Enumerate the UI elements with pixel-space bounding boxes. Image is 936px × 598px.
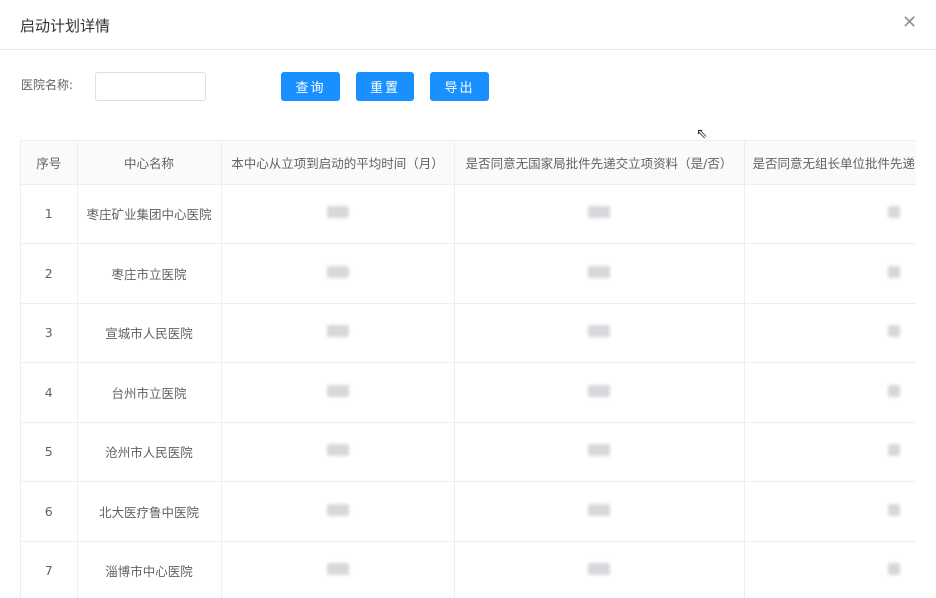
row-avg-time-redacted [221, 362, 455, 423]
row-center-name: 枣庄市立医院 [77, 243, 222, 304]
row-avg-time-redacted [221, 184, 455, 244]
export-button[interactable]: 导出 [430, 72, 489, 101]
row-leader-approval-redacted [744, 184, 916, 244]
row-center-name: 宣城市人民医院 [77, 303, 222, 363]
table-row: 7 淄博市中心医院 [21, 541, 916, 598]
row-leader-approval-redacted [744, 541, 916, 598]
row-index: 7 [21, 541, 78, 598]
table-row: 6 北大医疗鲁中医院 [21, 481, 916, 542]
plan-table: 序号 中心名称 本中心从立项到启动的平均时间（月） 是否同意无国家局批件先递交立… [20, 140, 916, 598]
table-row: 2 枣庄市立医院 [21, 243, 916, 304]
row-nmpa-approval-redacted [454, 541, 745, 598]
row-index: 4 [21, 362, 78, 423]
row-nmpa-approval-redacted [454, 481, 745, 542]
row-center-name: 枣庄矿业集团中心医院 [77, 184, 222, 244]
row-center-name: 台州市立医院 [77, 362, 222, 423]
row-avg-time-redacted [221, 481, 455, 542]
table-row: 1 枣庄矿业集团中心医院 [21, 184, 916, 244]
table-row: 5 沧州市人民医院 [21, 422, 916, 482]
row-leader-approval-redacted [744, 243, 916, 304]
row-index: 2 [21, 243, 78, 304]
query-button[interactable]: 查询 [281, 72, 340, 101]
col-header-center-name: 中心名称 [77, 141, 222, 185]
reset-button[interactable]: 重置 [356, 72, 414, 101]
row-avg-time-redacted [221, 541, 455, 598]
col-header-leader-approval: 是否同意无组长单位批件先递 [744, 141, 916, 185]
col-header-nmpa-approval: 是否同意无国家局批件先递交立项资料（是/否） [454, 141, 745, 185]
dialog-title: 启动计划详情 [20, 17, 111, 35]
row-index: 5 [21, 422, 78, 482]
row-avg-time-redacted [221, 243, 455, 304]
row-nmpa-approval-redacted [454, 303, 745, 363]
row-nmpa-approval-redacted [454, 362, 745, 423]
row-center-name: 淄博市中心医院 [77, 541, 222, 598]
row-nmpa-approval-redacted [454, 184, 745, 244]
dialog-header: 启动计划详情 ✕ [0, 0, 936, 50]
row-nmpa-approval-redacted [454, 422, 745, 482]
row-center-name: 沧州市人民医院 [77, 422, 222, 482]
row-avg-time-redacted [221, 303, 455, 363]
row-avg-time-redacted [221, 422, 455, 482]
hospital-name-label: 医院名称: [21, 78, 74, 92]
col-header-avg-time: 本中心从立项到启动的平均时间（月） [221, 141, 455, 185]
row-nmpa-approval-redacted [454, 243, 745, 304]
row-index: 1 [21, 184, 78, 244]
close-icon[interactable]: ✕ [902, 12, 917, 33]
row-leader-approval-redacted [744, 303, 916, 363]
col-header-index: 序号 [21, 141, 78, 185]
row-leader-approval-redacted [744, 422, 916, 482]
row-index: 3 [21, 303, 78, 363]
row-leader-approval-redacted [744, 362, 916, 423]
table-row: 3 宣城市人民医院 [21, 303, 916, 363]
row-index: 6 [21, 481, 78, 542]
table-header-row: 序号 中心名称 本中心从立项到启动的平均时间（月） 是否同意无国家局批件先递交立… [21, 141, 916, 185]
hospital-name-input[interactable] [95, 72, 206, 101]
row-center-name: 北大医疗鲁中医院 [77, 481, 222, 542]
table-row: 4 台州市立医院 [21, 362, 916, 423]
row-leader-approval-redacted [744, 481, 916, 542]
